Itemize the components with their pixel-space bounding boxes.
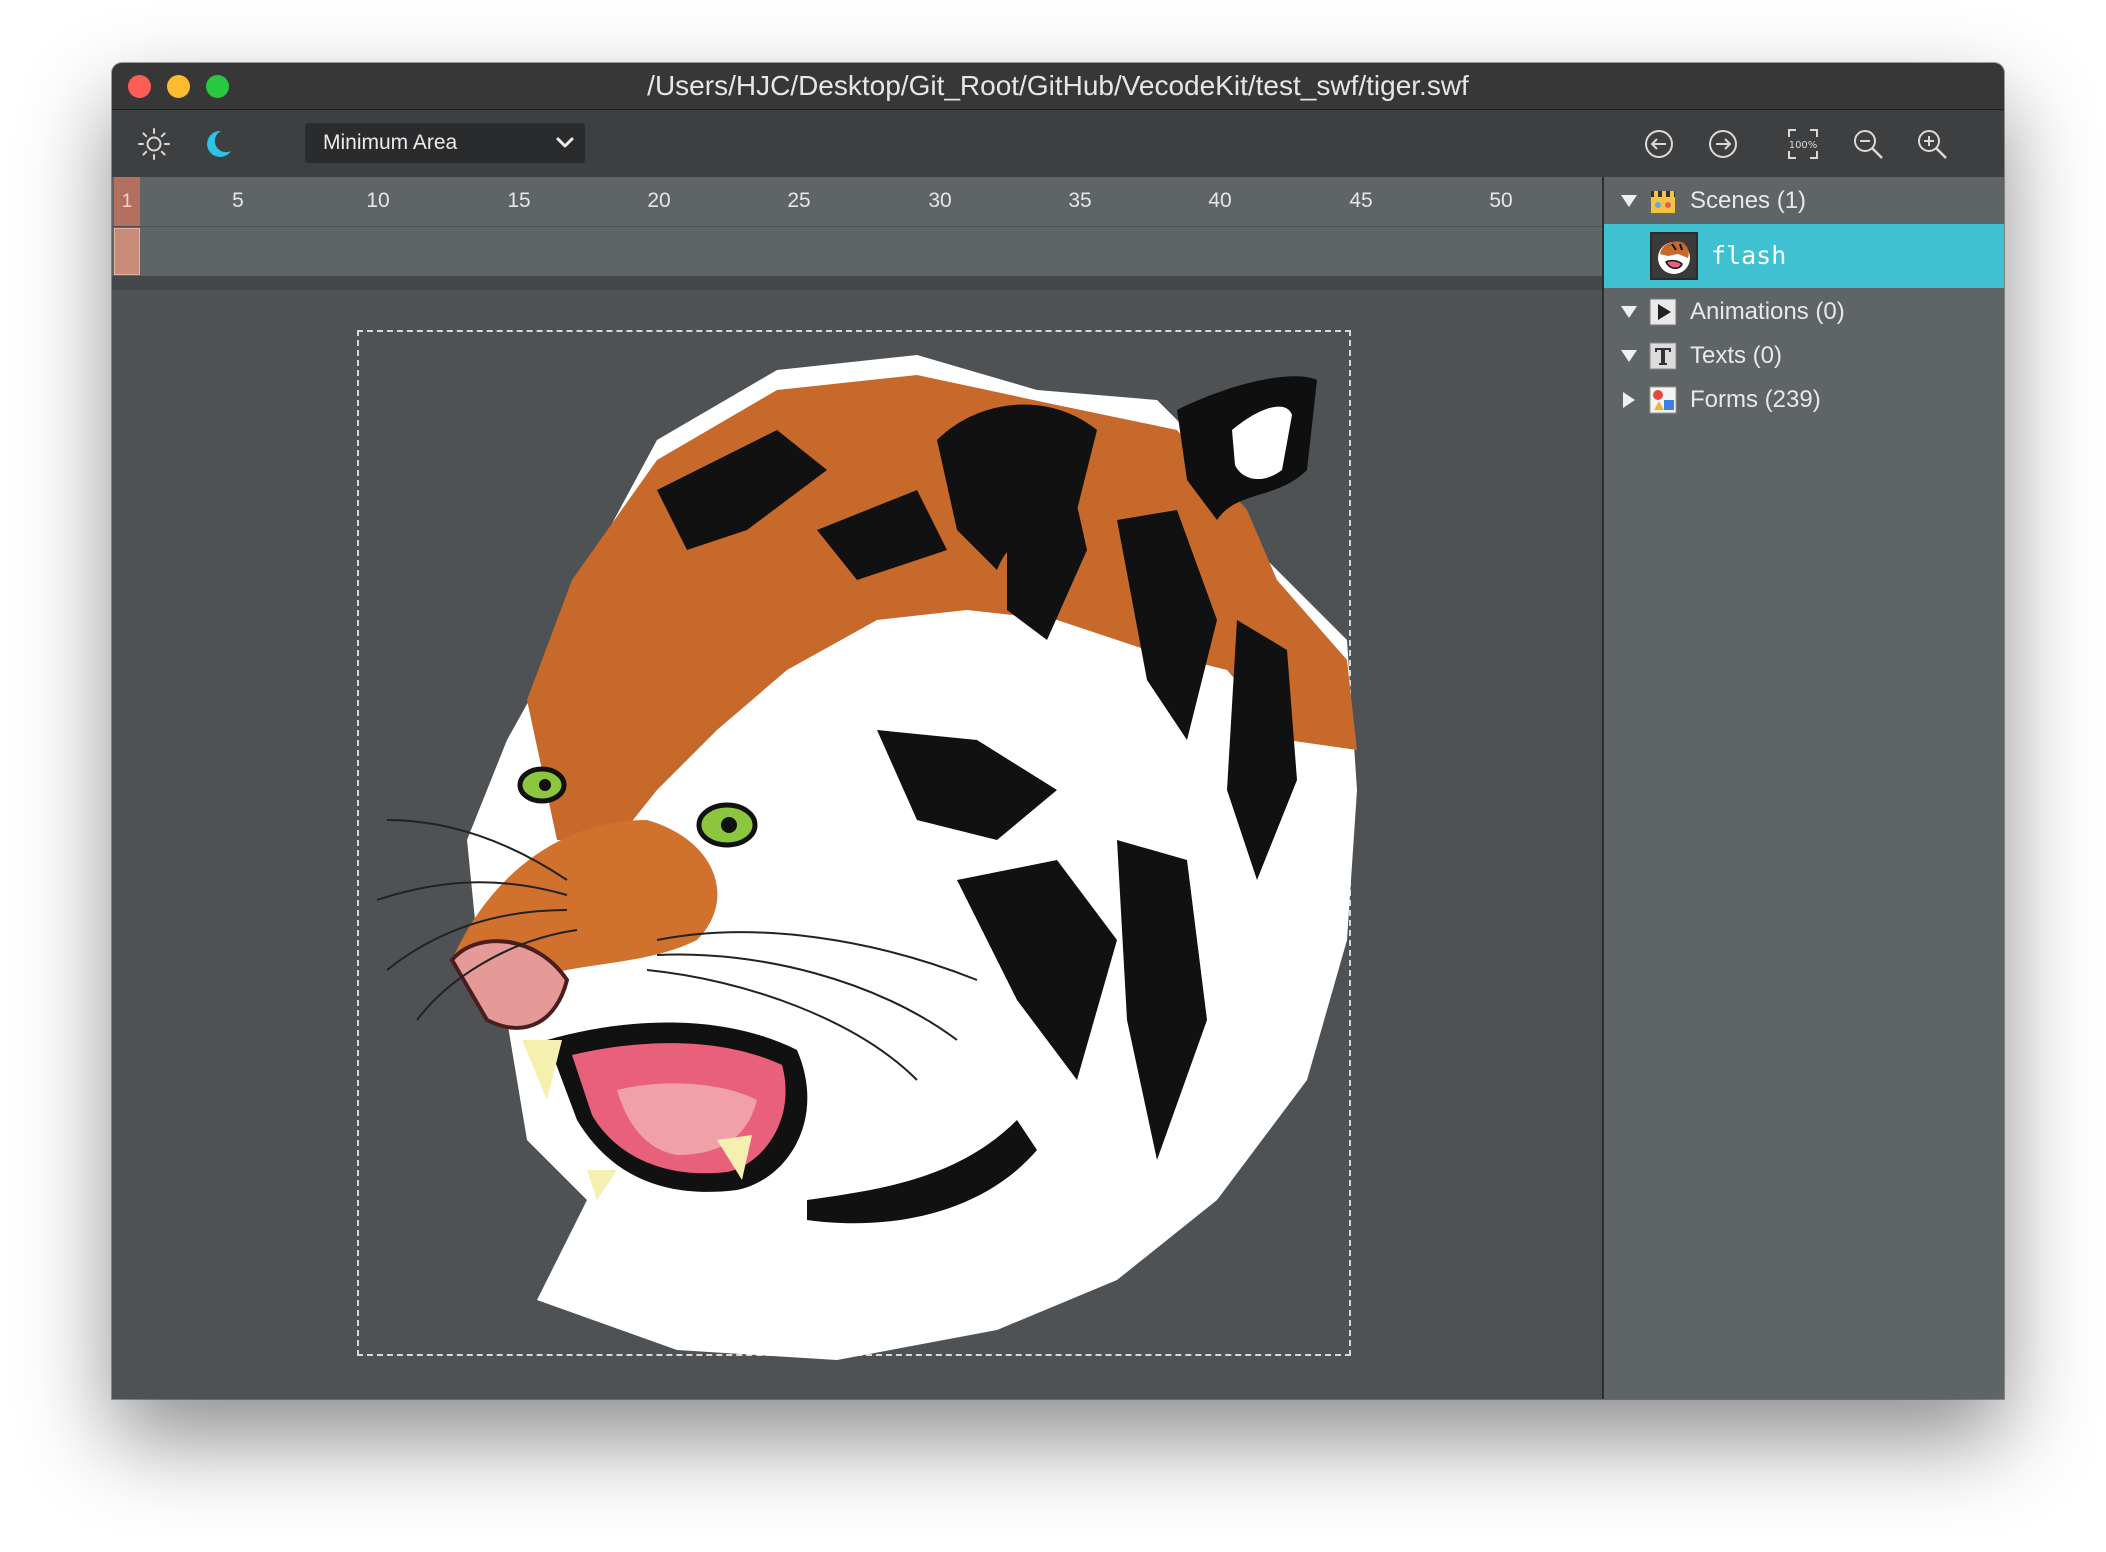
moon-icon[interactable] [201, 127, 235, 161]
arrow-right-circle-icon[interactable] [1706, 127, 1740, 161]
scene-item-label: flash [1711, 241, 1787, 270]
animations-label: Animations (0) [1690, 298, 1845, 325]
text-t-icon [1649, 342, 1677, 370]
frame-tick: 5 [232, 189, 244, 212]
sun-icon[interactable] [137, 127, 171, 161]
chevron-down-icon [556, 137, 574, 148]
toolbar: Minimum Area 100% [112, 110, 2004, 178]
texts-label: Texts (0) [1690, 342, 1783, 369]
frame-tick: 40 [1208, 189, 1232, 212]
disclosure-expanded-icon[interactable] [1620, 347, 1638, 365]
title-bar: /Users/HJC/Desktop/Git_Root/GitHub/Vecod… [112, 63, 2004, 110]
frame-tick: 25 [787, 189, 811, 212]
disclosure-collapsed-icon[interactable] [1620, 391, 1638, 409]
tree-row-animations[interactable]: Animations (0) [1604, 290, 2004, 334]
frame-tick: 10 [366, 189, 390, 212]
tree-row-texts[interactable]: Texts (0) [1604, 334, 2004, 378]
stage[interactable] [112, 290, 1602, 1399]
timeline: 1 5 10 15 20 25 30 35 40 45 50 [112, 177, 1602, 290]
display-mode-value: Minimum Area [323, 131, 458, 154]
library-panel: Scenes (1) flash Animations (0) Texts (0… [1604, 177, 2004, 1399]
frame-track[interactable] [112, 227, 1602, 276]
current-frame-marker[interactable]: 1 [114, 177, 140, 226]
tree-row-forms[interactable]: Forms (239) [1604, 378, 2004, 422]
scene-thumbnail [1650, 232, 1698, 280]
tiger-artwork [376, 355, 1357, 1360]
forms-icon [1649, 386, 1677, 414]
zoom-100-icon[interactable]: 100% [1786, 127, 1820, 161]
frame-ruler[interactable]: 1 5 10 15 20 25 30 35 40 45 50 [112, 177, 1602, 227]
disclosure-expanded-icon[interactable] [1620, 303, 1638, 321]
arrow-left-circle-icon[interactable] [1642, 127, 1676, 161]
forms-label: Forms (239) [1690, 386, 1821, 413]
scene-item-flash[interactable]: flash [1604, 224, 2004, 288]
frame-tick: 35 [1068, 189, 1092, 212]
frame-tick: 15 [507, 189, 531, 212]
clapperboard-icon [1651, 191, 1675, 213]
play-icon [1649, 298, 1677, 326]
timeline-scrollbar[interactable] [112, 276, 1602, 290]
zoom-in-icon[interactable] [1915, 127, 1949, 161]
disclosure-expanded-icon[interactable] [1620, 192, 1638, 210]
frame-tick: 30 [928, 189, 952, 212]
keyframe-cell[interactable] [114, 228, 140, 275]
app-window: /Users/HJC/Desktop/Git_Root/GitHub/Vecod… [112, 63, 2004, 1399]
window-title: /Users/HJC/Desktop/Git_Root/GitHub/Vecod… [647, 70, 1469, 101]
display-mode-select[interactable]: Minimum Area [305, 123, 585, 163]
svg-text:100%: 100% [1789, 140, 1818, 151]
frame-tick: 50 [1489, 189, 1513, 212]
scenes-label: Scenes (1) [1690, 187, 1807, 214]
frame-tick: 20 [647, 189, 671, 212]
tree-row-scenes[interactable]: Scenes (1) [1604, 179, 2004, 223]
frame-tick: 45 [1349, 189, 1373, 212]
zoom-out-icon[interactable] [1851, 127, 1885, 161]
